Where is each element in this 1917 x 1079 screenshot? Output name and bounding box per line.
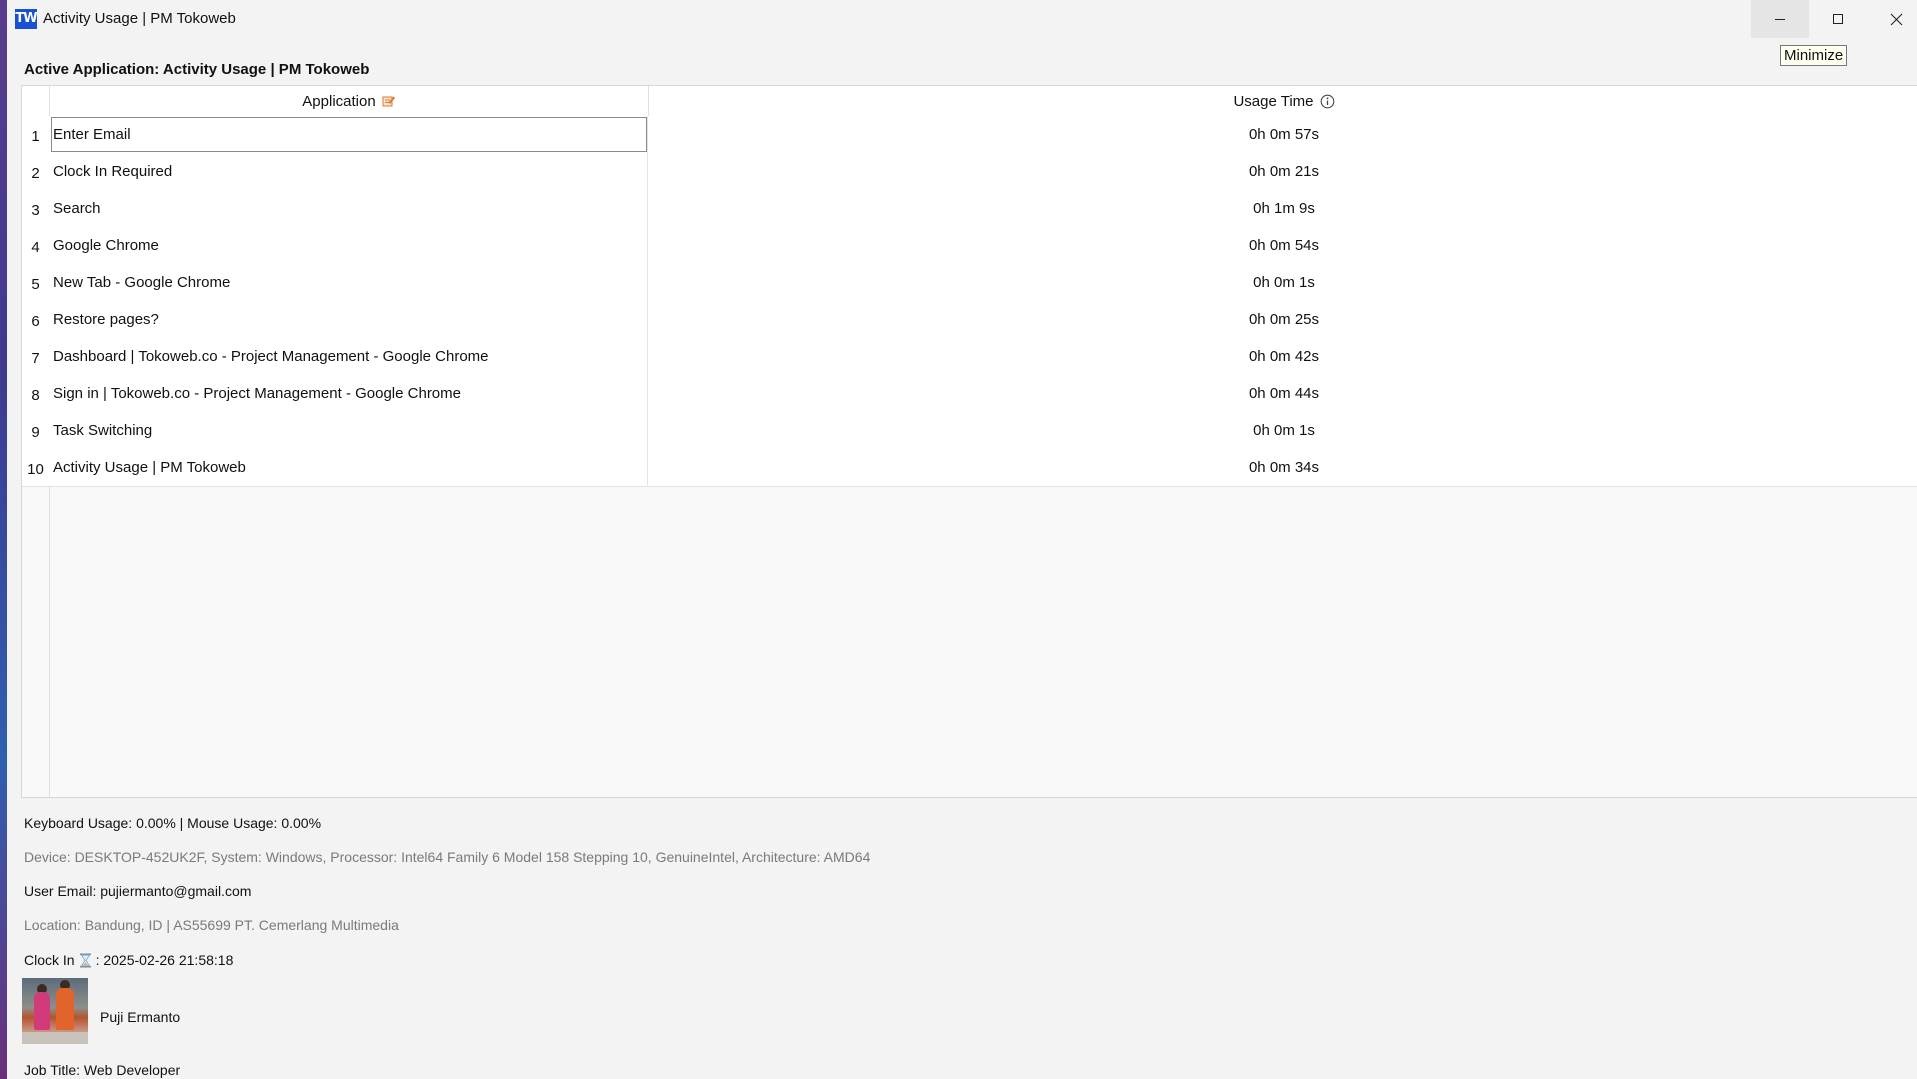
application-cell[interactable]: Restore pages? bbox=[50, 301, 648, 338]
clock-in-value: : 2025-02-26 21:58:18 bbox=[95, 952, 234, 968]
clock-in-label: Clock In bbox=[24, 952, 75, 968]
minimize-icon bbox=[1775, 19, 1785, 20]
row-number: 7 bbox=[31, 349, 40, 367]
usage-time-cell[interactable]: 0h 0m 42s bbox=[649, 338, 1917, 375]
usage-time-cell[interactable]: 0h 1m 9s bbox=[649, 190, 1917, 227]
table-row[interactable]: 2 Clock In Required 0h 0m 21s bbox=[22, 153, 1917, 191]
table-row[interactable]: 4 Google Chrome 0h 0m 54s bbox=[22, 227, 1917, 265]
usage-time-cell[interactable]: 0h 0m 54s bbox=[649, 227, 1917, 264]
usage-time-cell[interactable]: 0h 0m 25s bbox=[649, 301, 1917, 338]
active-application-label: Active Application: Activity Usage | PM … bbox=[24, 61, 370, 78]
table-row[interactable]: 5 New Tab - Google Chrome 0h 0m 1s bbox=[22, 264, 1917, 302]
application-cell[interactable]: Activity Usage | PM Tokoweb bbox=[50, 449, 648, 486]
close-icon bbox=[1890, 13, 1902, 25]
row-number: 3 bbox=[31, 201, 40, 219]
app-logo-icon: TW bbox=[15, 9, 38, 29]
table-row[interactable]: 8 Sign in | Tokoweb.co - Project Managem… bbox=[22, 375, 1917, 413]
close-button[interactable] bbox=[1867, 0, 1917, 38]
application-cell[interactable]: Sign in | Tokoweb.co - Project Managemen… bbox=[50, 375, 648, 412]
input-usage-text: Keyboard Usage: 0.00% | Mouse Usage: 0.0… bbox=[24, 815, 322, 831]
table-row[interactable]: 1 Enter Email 0h 0m 57s bbox=[22, 116, 1917, 154]
window-title: Activity Usage | PM Tokoweb bbox=[43, 10, 236, 27]
device-info-text: Device: DESKTOP-452UK2F, System: Windows… bbox=[24, 849, 871, 865]
application-cell[interactable]: Task Switching bbox=[50, 412, 648, 449]
location-text: Location: Bandung, ID | AS55699 PT. Ceme… bbox=[24, 917, 399, 933]
table-corner bbox=[22, 86, 50, 116]
maximize-button[interactable] bbox=[1809, 0, 1867, 38]
row-number: 6 bbox=[31, 312, 40, 330]
table-row[interactable]: 6 Restore pages? 0h 0m 25s bbox=[22, 301, 1917, 339]
table-row[interactable]: 7 Dashboard | Tokoweb.co - Project Manag… bbox=[22, 338, 1917, 376]
table-header: Application Usage Time bbox=[22, 86, 1917, 117]
desktop-background-strip bbox=[0, 0, 7, 1079]
minimize-button[interactable] bbox=[1751, 0, 1809, 38]
clock-in-line: Clock In : 2025-02-26 21:58:18 bbox=[24, 952, 233, 968]
user-email-text: User Email: pujiermanto@gmail.com bbox=[24, 883, 252, 899]
column-header-usage-time-label: Usage Time bbox=[1233, 92, 1314, 110]
application-cell[interactable]: Clock In Required bbox=[50, 153, 648, 190]
table-row[interactable]: 3 Search 0h 1m 9s bbox=[22, 190, 1917, 228]
application-cell[interactable]: New Tab - Google Chrome bbox=[50, 264, 648, 301]
application-cell[interactable]: Dashboard | Tokoweb.co - Project Managem… bbox=[50, 338, 648, 375]
row-number: 4 bbox=[31, 238, 40, 256]
usage-time-cell[interactable]: 0h 0m 1s bbox=[649, 264, 1917, 301]
user-avatar bbox=[22, 978, 88, 1044]
hourglass-icon bbox=[79, 953, 91, 967]
application-cell[interactable]: Enter Email bbox=[50, 116, 648, 153]
title-bar[interactable]: TW Activity Usage | PM Tokoweb bbox=[7, 0, 1917, 40]
minimize-tooltip: Minimize bbox=[1780, 45, 1848, 66]
row-number: 8 bbox=[31, 386, 40, 404]
row-number: 10 bbox=[27, 460, 44, 478]
usage-time-cell[interactable]: 0h 0m 21s bbox=[649, 153, 1917, 190]
table-row[interactable]: 10 Activity Usage | PM Tokoweb 0h 0m 34s bbox=[22, 449, 1917, 487]
edit-icon bbox=[382, 96, 395, 107]
info-icon bbox=[1320, 94, 1334, 108]
job-title-text: Job Title: Web Developer bbox=[24, 1062, 181, 1078]
activity-table[interactable]: Application Usage Time 1 Enter Email 0h … bbox=[21, 85, 1917, 798]
maximize-icon bbox=[1833, 14, 1843, 24]
row-number: 2 bbox=[31, 164, 40, 182]
row-number: 9 bbox=[31, 423, 40, 441]
app-window: TW Activity Usage | PM Tokoweb Minimize … bbox=[7, 0, 1917, 1079]
column-header-application-label: Application bbox=[302, 92, 376, 110]
row-number: 5 bbox=[31, 275, 40, 293]
table-row[interactable]: 9 Task Switching 0h 0m 1s bbox=[22, 412, 1917, 450]
column-header-usage-time[interactable]: Usage Time bbox=[649, 86, 1917, 116]
row-number: 1 bbox=[31, 127, 40, 145]
usage-time-cell[interactable]: 0h 0m 1s bbox=[649, 412, 1917, 449]
column-header-application[interactable]: Application bbox=[50, 86, 649, 116]
usage-time-cell[interactable]: 0h 0m 57s bbox=[649, 116, 1917, 153]
application-cell[interactable]: Search bbox=[50, 190, 648, 227]
usage-time-cell[interactable]: 0h 0m 34s bbox=[649, 449, 1917, 486]
application-cell[interactable]: Google Chrome bbox=[50, 227, 648, 264]
user-name-text: Puji Ermanto bbox=[100, 1009, 181, 1025]
usage-time-cell[interactable]: 0h 0m 44s bbox=[649, 375, 1917, 412]
